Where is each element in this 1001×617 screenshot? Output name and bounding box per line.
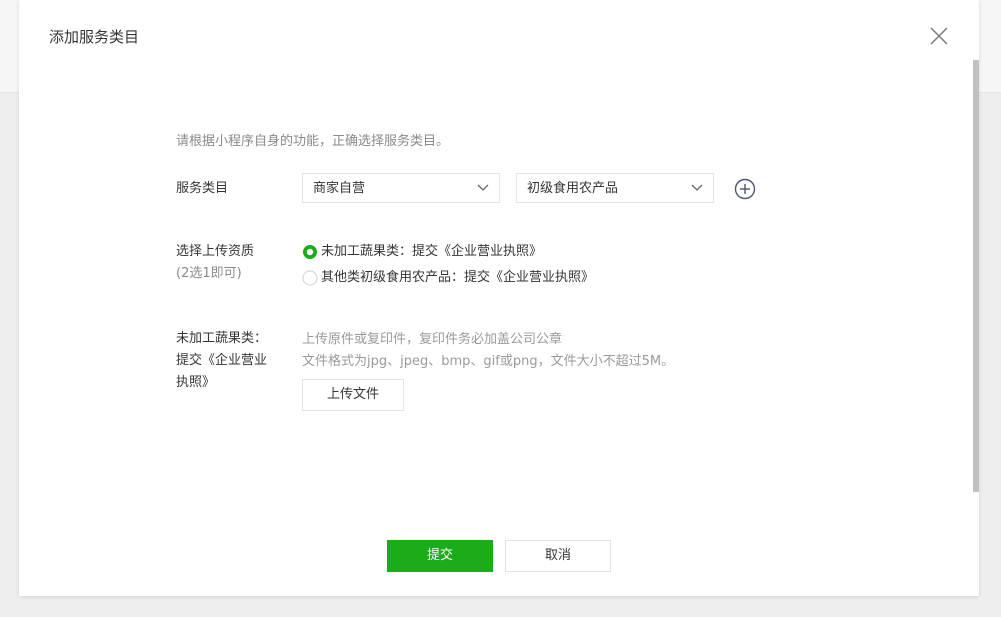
radio-unselected-icon <box>302 270 318 286</box>
submit-button[interactable]: 提交 <box>387 540 493 572</box>
primary-category-value: 商家自营 <box>313 181 366 196</box>
secondary-category-value: 初级食用农产品 <box>527 181 619 196</box>
cancel-button[interactable]: 取消 <box>505 540 611 572</box>
category-label: 服务类目 <box>176 181 229 196</box>
primary-category-select[interactable]: 商家自营 <box>302 173 500 203</box>
upload-file-button[interactable]: 上传文件 <box>302 379 404 411</box>
chevron-down-icon <box>477 184 489 191</box>
upload-label: 未加工蔬果类：提交《企业营业执照》 <box>176 331 268 390</box>
qualification-option-2-label: 其他类初级食用农产品：提交《企业营业执照》 <box>321 270 595 285</box>
dialog-title: 添加服务类目 <box>49 28 140 46</box>
add-service-category-dialog: 添加服务类目 请根据小程序自身的功能，正确选择服务类目。 服务类目 商家自营 初… <box>19 0 979 596</box>
close-button[interactable] <box>928 25 950 47</box>
qualification-label: 选择上传资质 <box>176 244 255 259</box>
qualification-sub-label: (2选1即可) <box>176 266 242 281</box>
chevron-down-icon <box>691 184 703 191</box>
secondary-category-select[interactable]: 初级食用农产品 <box>516 173 714 203</box>
qualification-option-1-label: 未加工蔬果类：提交《企业营业执照》 <box>321 244 543 259</box>
scrollbar-thumb[interactable] <box>973 60 979 492</box>
close-icon <box>930 27 948 45</box>
upload-tip-line-1: 上传原件或复印件，复印件务必加盖公司公章 <box>302 332 563 347</box>
hint-text: 请根据小程序自身的功能，正确选择服务类目。 <box>176 134 450 149</box>
upload-tip-line-2: 文件格式为jpg、jpeg、bmp、gif或png，文件大小不超过5M。 <box>302 354 675 369</box>
radio-selected-icon <box>303 245 317 259</box>
add-category-button[interactable] <box>734 178 756 200</box>
plus-circle-icon <box>734 178 756 200</box>
